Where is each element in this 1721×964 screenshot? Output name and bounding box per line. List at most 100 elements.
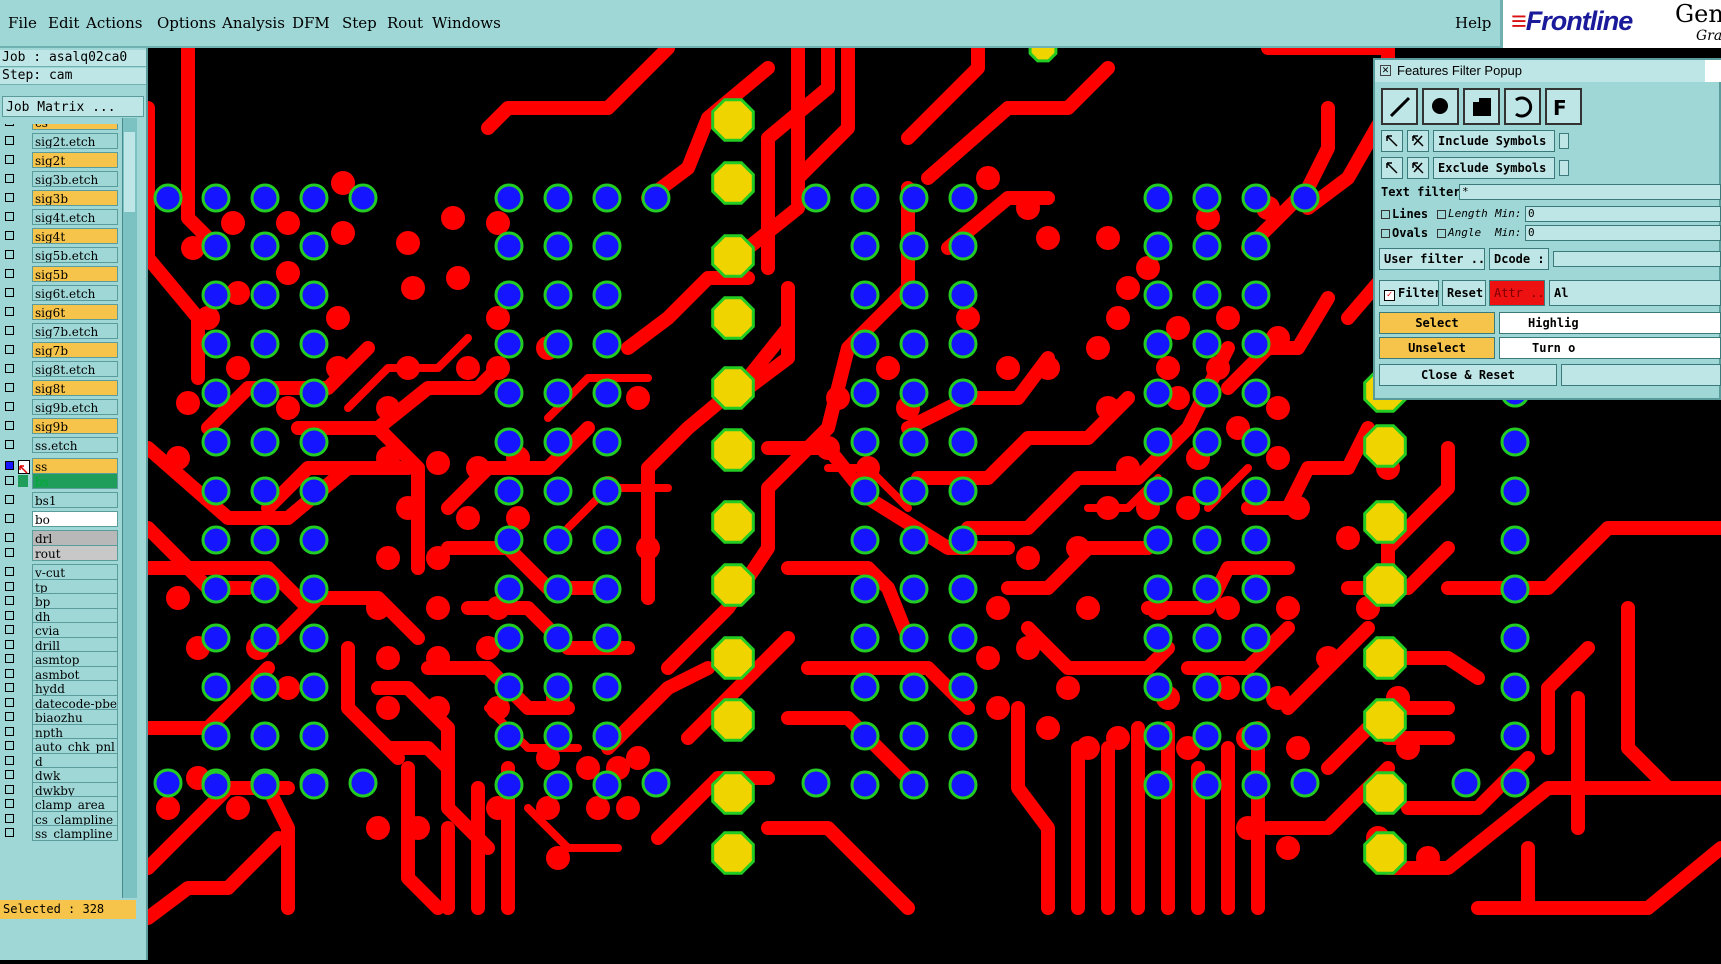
layer-checkbox[interactable] [5,533,14,542]
menu-help[interactable]: Help [1455,14,1491,32]
layer-name[interactable]: v-cut [32,564,118,580]
layer-checkbox[interactable] [5,250,14,259]
maximize-icon[interactable] [1705,60,1721,82]
layer-checkbox[interactable] [5,828,14,837]
user-filter-button[interactable]: User filter ... [1379,248,1485,270]
layer-row[interactable]: sig9b [0,418,120,435]
layer-row[interactable]: sig5b [0,266,120,283]
layer-checkbox[interactable] [5,582,14,591]
layer-row[interactable]: sig7b.etch [0,323,120,340]
layer-checkbox[interactable] [5,567,14,576]
layer-checkbox[interactable] [5,548,14,557]
close-icon[interactable]: ✕ [1380,65,1391,76]
angle-checkbox[interactable]: Angle [1437,226,1481,239]
layer-name[interactable]: cvia [32,622,118,638]
layer-checkbox[interactable] [5,625,14,634]
layer-name[interactable]: sig4t [32,228,118,244]
layer-name[interactable]: sig9b [32,418,118,434]
layer-name[interactable]: rout [32,545,118,561]
layer-checkbox[interactable] [5,421,14,430]
layer-checkbox[interactable] [5,611,14,620]
exclude-pick-icon[interactable] [1381,157,1403,179]
ovals-checkbox[interactable]: Ovals [1381,226,1428,240]
layer-checkbox[interactable] [5,345,14,354]
layer-name[interactable]: sig4t.etch [32,209,118,225]
layer-checkbox[interactable] [5,124,14,126]
select-button[interactable]: Select [1379,312,1495,334]
work-layer-icon[interactable] [18,460,30,474]
layer-row[interactable]: bo [0,511,120,528]
layer-name[interactable]: dwk [32,767,118,783]
menu-analysis[interactable]: Analysis [222,14,285,32]
surface-symbol-icon[interactable] [1463,88,1500,125]
layer-checkbox[interactable] [5,476,14,485]
layer-row[interactable]: sig4t.etch [0,209,120,226]
layer-checkbox[interactable] [5,596,14,605]
layer-name[interactable]: sig6t [32,304,118,320]
layer-checkbox[interactable] [5,785,14,794]
layer-checkbox[interactable] [5,741,14,750]
layer-row[interactable]: sig3b.etch [0,171,120,188]
layer-row[interactable]: cs [0,124,120,131]
layer-name[interactable]: clamp_area [32,796,118,812]
menu-windows[interactable]: Windows [432,14,501,32]
layer-checkbox[interactable] [5,654,14,663]
layer-name[interactable]: sig5b [32,266,118,282]
layer-name[interactable]: sig9b.etch [32,399,118,415]
turn-off-button[interactable]: Turn o [1499,337,1721,359]
layer-name[interactable]: ss [32,458,118,474]
layer-checkbox[interactable] [5,402,14,411]
layer-checkbox[interactable] [5,155,14,164]
layer-scrollbar[interactable] [122,118,137,898]
angle-min-input[interactable]: 0 [1525,225,1721,241]
close-extra-button[interactable] [1561,364,1721,386]
include-clear-icon[interactable] [1407,130,1429,152]
layer-row[interactable]: bs [0,473,120,490]
layer-row[interactable]: sig7b [0,342,120,359]
layer-checkbox[interactable] [5,288,14,297]
layer-checkbox[interactable] [5,669,14,678]
lines-checkbox[interactable]: Lines [1381,207,1428,221]
menu-step[interactable]: Step [342,14,377,32]
layer-name[interactable]: sig5b.etch [32,247,118,263]
layer-checkbox[interactable] [5,770,14,779]
layer-name[interactable]: drl [32,530,118,546]
layer-name[interactable]: sig2t.etch [32,133,118,149]
layer-row[interactable]: sig6t.etch [0,285,120,302]
layer-name[interactable]: asmtop [32,651,118,667]
menu-dfm[interactable]: DFM [292,14,330,32]
layer-row[interactable]: sig9b.etch [0,399,120,416]
menu-edit[interactable]: Edit [48,14,79,32]
layer-row[interactable]: ss.etch [0,437,120,454]
layer-checkbox[interactable] [5,799,14,808]
close-reset-button[interactable]: Close & Reset [1379,364,1557,386]
layer-name[interactable]: sig3b [32,190,118,206]
layer-name[interactable]: sig2t [32,152,118,168]
layer-checkbox[interactable] [5,461,14,470]
layer-row[interactable]: sig8t [0,380,120,397]
layer-checkbox[interactable] [5,231,14,240]
include-symbols-button[interactable]: Include Symbols : [1433,130,1555,152]
layer-name[interactable]: sig7b [32,342,118,358]
layer-checkbox[interactable] [5,727,14,736]
text-filter-input[interactable]: * [1459,184,1721,200]
highlight-button[interactable]: Highlig [1499,312,1721,334]
layer-checkbox[interactable] [5,514,14,523]
layer-checkbox[interactable] [5,212,14,221]
attr-button[interactable]: Attr ... [1489,280,1545,306]
layer-name[interactable]: ss_clampline [32,825,118,841]
pad-symbol-icon[interactable] [1422,88,1459,125]
layer-name[interactable]: cs [32,124,118,130]
arc-symbol-icon[interactable] [1504,88,1541,125]
layer-checkbox[interactable] [5,698,14,707]
layer-row[interactable]: sig2t [0,152,120,169]
reset-button[interactable]: Reset [1442,280,1486,306]
all-button[interactable]: Al [1549,280,1721,306]
layer-name[interactable]: bs1 [32,492,118,508]
layer-name[interactable]: sig8t [32,380,118,396]
layer-checkbox[interactable] [5,326,14,335]
include-symbols-field[interactable] [1559,133,1569,149]
exclude-symbols-button[interactable]: Exclude Symbols : [1433,157,1555,179]
layer-checkbox[interactable] [5,640,14,649]
menu-rout[interactable]: Rout [387,14,423,32]
